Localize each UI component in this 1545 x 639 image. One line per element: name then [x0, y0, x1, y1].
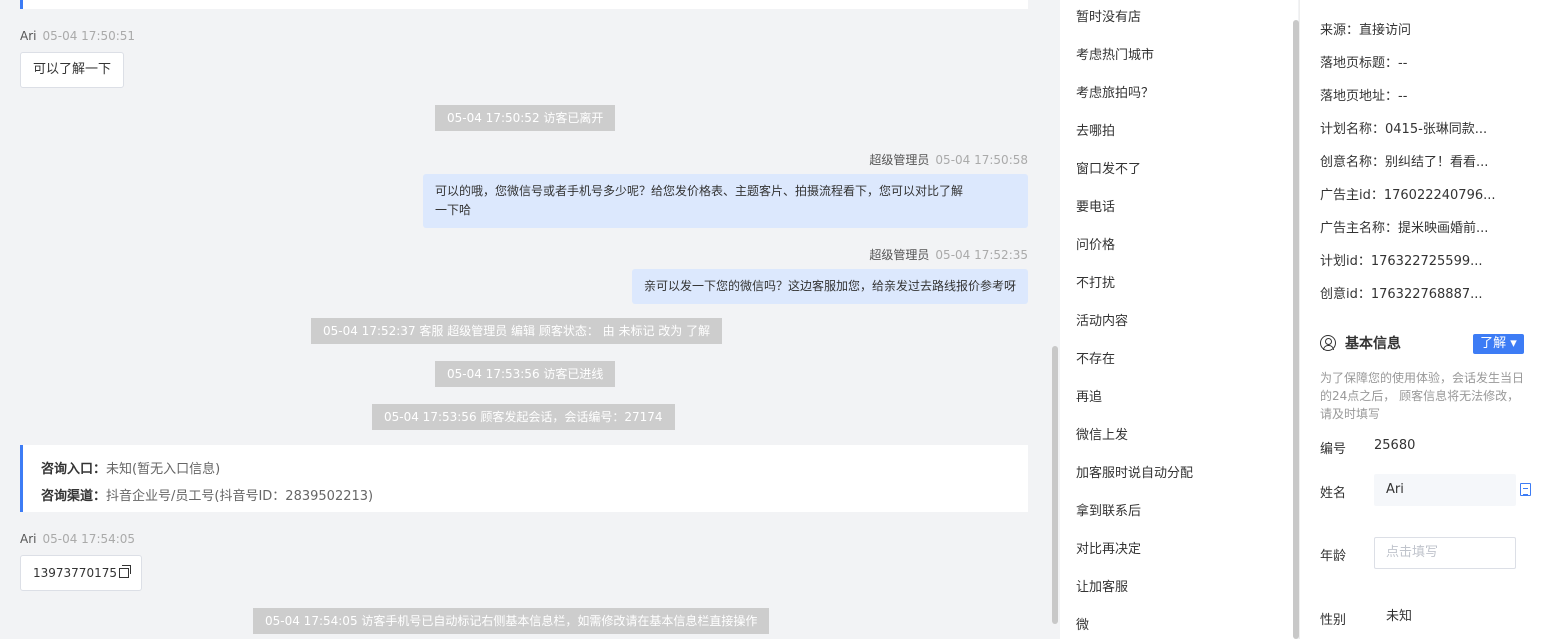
visitor-message: 可以了解一下 [20, 52, 125, 88]
chat-scrollbar[interactable] [1052, 346, 1058, 624]
gender-label: 性别 [1320, 613, 1347, 628]
system-message: 05-04 17:54:05 访客手机号已自动标记右侧基本信息栏，如需修改请在基… [253, 608, 770, 634]
quick-reply-item[interactable]: 活动内容 [1076, 310, 1128, 329]
message-meta: 超级管理员 05-04 17:50:58 [869, 151, 1028, 168]
customer-status-dropdown[interactable]: 了解 ▾ [1473, 334, 1524, 354]
age-input[interactable]: 点击填写 [1374, 537, 1516, 569]
agent-message: 亲可以发一下您的微信吗？这边客服加您，给亲发过去路线报价参考呀 [632, 269, 1028, 304]
message-meta: Ari 05-04 17:50:51 [20, 29, 135, 43]
message-meta: 超级管理员 05-04 17:52:35 [869, 246, 1028, 263]
message-time: 05-04 17:52:35 [935, 248, 1028, 262]
message-time: 05-04 17:50:51 [42, 29, 136, 43]
plan-id-field: 计划id：176322725599... [1320, 254, 1483, 269]
sender-name: Ari [20, 29, 37, 43]
agent-message: 可以的哦，您微信号或者手机号多少呢？给您发价格表、主题客片、拍摄流程看下，您可以… [423, 174, 1028, 228]
quick-reply-item[interactable]: 去哪拍 [1076, 120, 1115, 139]
quick-reply-item[interactable]: 不打扰 [1076, 272, 1115, 291]
section-title-text: 基本信息 [1345, 336, 1401, 352]
landing-url-field: 落地页地址：-- [1320, 89, 1408, 104]
message-time: 05-04 17:50:58 [935, 153, 1028, 167]
system-message: 05-04 17:50:52 访客已离开 [435, 105, 616, 131]
channel-label: 咨询渠道： [41, 489, 107, 504]
source-field: 来源：直接访问 [1320, 23, 1412, 38]
quick-reply-item[interactable]: 微信上发 [1076, 424, 1128, 443]
copy-icon[interactable] [118, 565, 131, 578]
sender-name: Ari [20, 532, 37, 546]
name-label: 姓名 [1320, 486, 1347, 501]
age-placeholder: 点击填写 [1386, 545, 1439, 560]
system-message: 05-04 17:53:56 访客已进线 [435, 361, 616, 387]
creative-id-field: 创意id：176322768887... [1320, 287, 1483, 302]
quick-reply-item[interactable]: 暂时没有店 [1076, 6, 1141, 25]
message-time: 05-04 17:54:05 [42, 532, 136, 546]
entry-info-card: 咨询入口：未知(暂无入口信息) 咨询渠道：抖音企业号/员工号(抖音号ID：283… [20, 445, 1028, 512]
plan-name-field: 计划名称：0415-张琳同款... [1320, 122, 1488, 137]
number-value: 25680 [1374, 438, 1416, 453]
visitor-info-panel: 来源：直接访问 落地页标题：-- 落地页地址：-- 计划名称：0415-张琳同款… [1299, 0, 1545, 639]
sender-name: 超级管理员 [869, 248, 930, 262]
landing-title-field: 落地页标题：-- [1320, 56, 1408, 71]
channel-value: 抖音企业号/员工号(抖音号ID：2839502213) [106, 489, 374, 504]
quick-reply-item[interactable]: 问价格 [1076, 234, 1115, 253]
creative-name-field: 创意名称：别纠结了！看看... [1320, 155, 1489, 170]
name-field[interactable]: Ari [1374, 474, 1516, 506]
advertiser-name-field: 广告主名称：提米映画婚前... [1320, 221, 1489, 236]
previous-card [20, 0, 1028, 9]
entry-value: 未知(暂无入口信息) [106, 462, 221, 477]
phone-number: 13973770175 [33, 566, 117, 580]
gender-select[interactable]: 未知 [1374, 601, 1516, 633]
quick-reply-item[interactable]: 拿到联系后 [1076, 500, 1141, 519]
quick-reply-item[interactable]: 让加客服 [1076, 576, 1128, 595]
quick-reply-item[interactable]: 考虑热门城市 [1076, 44, 1154, 63]
entry-label: 咨询入口： [41, 462, 107, 477]
message-meta: Ari 05-04 17:54:05 [20, 532, 135, 546]
basic-info-title: 基本信息 [1320, 333, 1401, 353]
system-message: 05-04 17:52:37 客服 超级管理员 编辑 顾客状态： 由 未标记 改… [311, 318, 723, 344]
quick-reply-item[interactable]: 对比再决定 [1076, 538, 1141, 557]
visitor-message: 13973770175 [20, 555, 142, 591]
advertiser-id-field: 广告主id：176022240796... [1320, 188, 1496, 203]
message-line: 一下哈 [435, 203, 472, 217]
number-label: 编号 [1320, 442, 1347, 457]
quick-reply-item[interactable]: 微 [1076, 614, 1089, 633]
quick-reply-item[interactable]: 考虑旅拍吗？ [1076, 82, 1154, 101]
user-icon [1320, 335, 1336, 351]
quick-reply-item[interactable]: 再追 [1076, 386, 1102, 405]
sender-name: 超级管理员 [869, 153, 930, 167]
message-line: 可以的哦，您微信号或者手机号多少呢？给您发价格表、主题客片、拍摄流程看下，您可以… [435, 184, 964, 198]
chat-panel[interactable]: Ari 05-04 17:50:51 可以了解一下 05-04 17:50:52 … [0, 0, 1060, 639]
age-label: 年龄 [1320, 549, 1347, 564]
edit-tip: 为了保障您的使用体验，会话发生当日的24点之后， 顾客信息将无法修改，请及时填写 [1320, 371, 1525, 421]
quick-reply-item[interactable]: 不存在 [1076, 348, 1115, 367]
quick-reply-item[interactable]: 加客服时说自动分配 [1076, 462, 1193, 481]
copy-doc-icon[interactable] [1520, 483, 1531, 496]
system-message: 05-04 17:53:56 顾客发起会话，会话编号：27174 [372, 404, 675, 430]
quick-reply-item[interactable]: 要电话 [1076, 196, 1115, 215]
quick-reply-list: 暂时没有店 考虑热门城市 考虑旅拍吗？ 去哪拍 窗口发不了 要电话 问价格 不打… [1060, 0, 1298, 639]
quick-reply-item[interactable]: 窗口发不了 [1076, 158, 1141, 177]
